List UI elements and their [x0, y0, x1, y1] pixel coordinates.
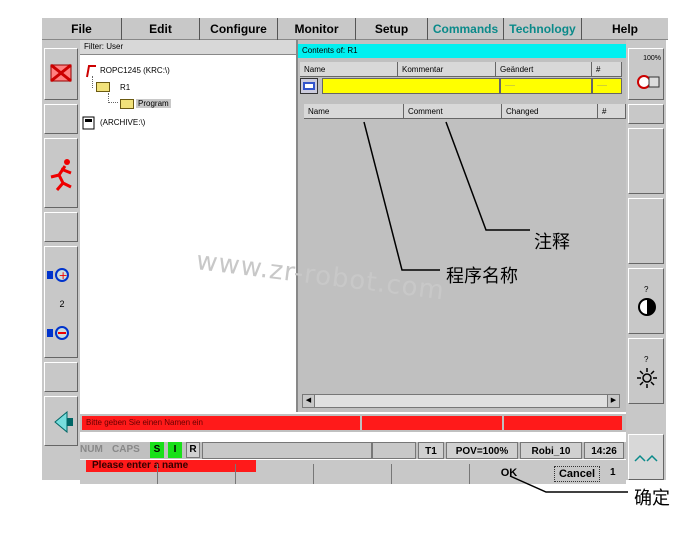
callout-comment: 注释: [534, 232, 570, 253]
callout-program-name: 程序名称: [446, 266, 518, 287]
callout-confirm: 确定: [634, 488, 670, 509]
callout-lines: [363, 121, 628, 493]
